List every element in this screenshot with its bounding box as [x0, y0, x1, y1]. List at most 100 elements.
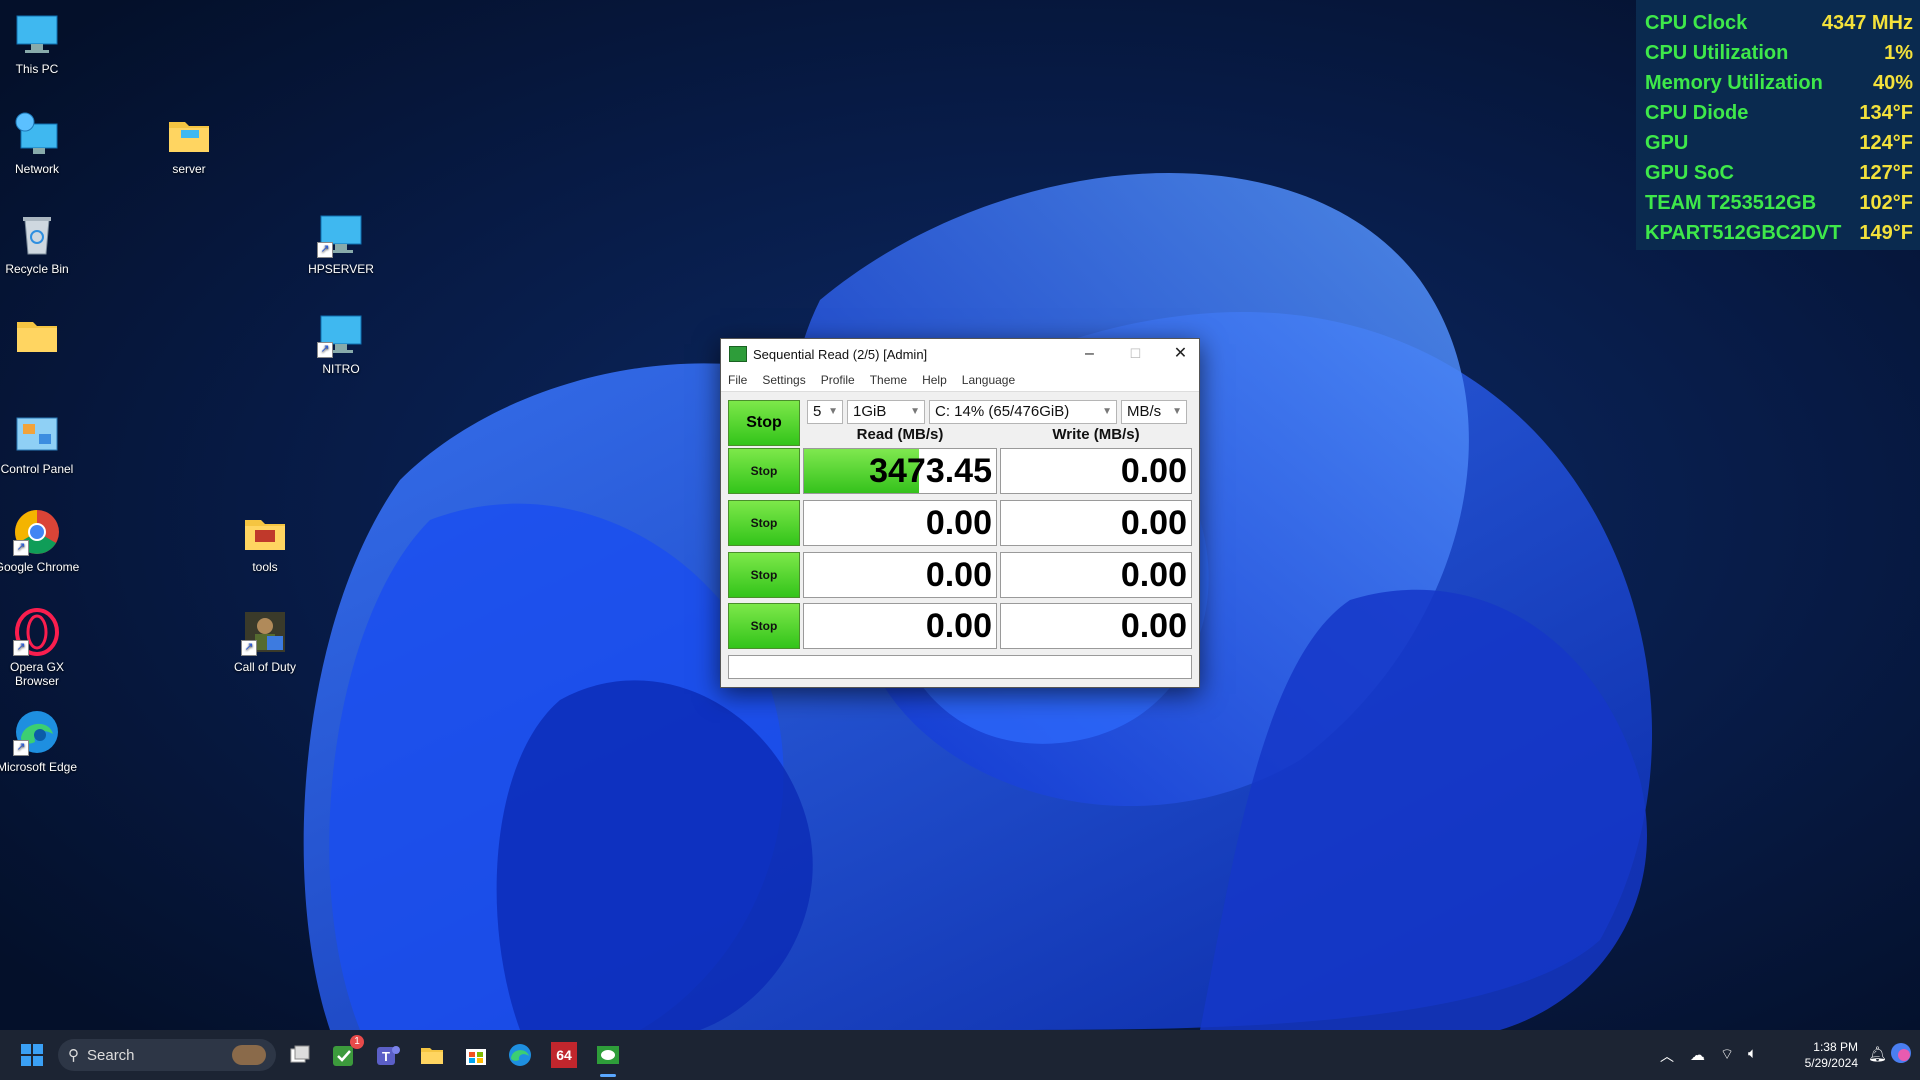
- read-value: 0.00: [925, 607, 992, 645]
- comment-field[interactable]: [728, 655, 1192, 679]
- edge-icon: [509, 1044, 531, 1066]
- chevron-down-icon: ▼: [910, 406, 920, 417]
- taskbar-app-edge[interactable]: [504, 1039, 536, 1071]
- row-stop-button[interactable]: Stop: [728, 603, 800, 649]
- icon-label: NITRO: [322, 362, 360, 376]
- icon-label: Recycle Bin: [5, 262, 69, 276]
- monitor-icon: ↗: [317, 310, 365, 358]
- desktop-icon-this-pc[interactable]: This PC: [0, 10, 82, 76]
- menu-theme[interactable]: Theme: [863, 373, 915, 387]
- folder-icon: [165, 110, 213, 158]
- notification-badge: 1: [350, 1035, 364, 1049]
- write-value: 0.00: [1120, 607, 1187, 645]
- monitor-label: TEAM T253512GB: [1645, 191, 1817, 214]
- desktop-icon-tools[interactable]: tools: [220, 508, 310, 574]
- write-result-cell: 0.00: [1000, 500, 1192, 546]
- write-value: 0.00: [1120, 452, 1187, 490]
- desktop-icon-control-panel[interactable]: Control Panel: [0, 410, 82, 476]
- shortcut-arrow-icon: ↗: [241, 640, 257, 656]
- read-value: 0.00: [925, 556, 992, 594]
- icon-label: tools: [252, 560, 278, 574]
- desktop-icon-recycle-bin[interactable]: Recycle Bin: [0, 210, 82, 276]
- folder-icon: [421, 1048, 443, 1064]
- taskbar-app-crystaldiskmark[interactable]: [592, 1039, 624, 1077]
- taskbar-app-tasks[interactable]: 1: [328, 1035, 364, 1071]
- stop-all-button[interactable]: Stop: [728, 400, 800, 446]
- shortcut-arrow-icon: ↗: [13, 640, 29, 656]
- network-icon: [13, 110, 61, 158]
- icon-label: server: [172, 162, 206, 176]
- desktop-icon-google-chrome[interactable]: ↗ Google Chrome: [0, 508, 82, 574]
- icon-label: Control Panel: [0, 462, 74, 476]
- menu-settings[interactable]: Settings: [755, 373, 813, 387]
- desktop-icon-microsoft-edge[interactable]: ↗ Microsoft Edge: [0, 708, 82, 774]
- menu-language[interactable]: Language: [955, 373, 1023, 387]
- taskbar-search[interactable]: ⚲ Search: [58, 1039, 276, 1071]
- icon-label: Opera GX Browser: [9, 660, 65, 688]
- read-value: 3473.45: [869, 452, 992, 490]
- menu-file[interactable]: File: [721, 373, 755, 387]
- write-value: 0.00: [1120, 556, 1187, 594]
- unit-select[interactable]: MB/s ▼: [1121, 400, 1187, 424]
- monitor-label: GPU: [1645, 131, 1689, 154]
- crystaldiskmark-window[interactable]: Sequential Read (2/5) [Admin] – ☐ ✕ File…: [720, 338, 1200, 688]
- volume-icon[interactable]: 🔈︎: [1748, 1045, 1757, 1062]
- wifi-icon[interactable]: ⌔: [1720, 1045, 1734, 1064]
- monitor-label: Memory Utilization: [1645, 71, 1823, 94]
- task-view-button[interactable]: [284, 1039, 316, 1071]
- notification-bell-icon[interactable]: 🔔︎: [1868, 1045, 1887, 1063]
- desktop-icon-opera-gx[interactable]: ↗ Opera GX Browser: [0, 608, 82, 688]
- monitor-label: CPU Diode: [1645, 101, 1749, 124]
- window-title: Sequential Read (2/5) [Admin]: [753, 346, 928, 362]
- test-size-select[interactable]: 1GiB ▼: [847, 400, 925, 424]
- taskbar-app-teams[interactable]: T: [372, 1039, 404, 1071]
- shortcut-arrow-icon: ↗: [317, 342, 333, 358]
- taskbar-app-aida64[interactable]: 64: [548, 1039, 580, 1071]
- close-button[interactable]: ✕: [1158, 339, 1203, 369]
- start-button[interactable]: [16, 1039, 48, 1071]
- active-app-indicator: [600, 1074, 616, 1077]
- window-titlebar[interactable]: Sequential Read (2/5) [Admin] – ☐ ✕: [721, 339, 1199, 369]
- read-result-cell: 3473.45: [803, 448, 997, 494]
- task-view-icon: [290, 1045, 310, 1063]
- taskbar-app-file-explorer[interactable]: [416, 1039, 448, 1071]
- tray-overflow-chevron-icon[interactable]: ︿: [1660, 1046, 1674, 1066]
- windows-logo-icon: [21, 1044, 43, 1066]
- chevron-down-icon: ▼: [1102, 406, 1112, 417]
- row-stop-button[interactable]: Stop: [728, 448, 800, 494]
- desktop-icon-server[interactable]: server: [144, 110, 234, 176]
- onedrive-cloud-icon[interactable]: ☁: [1690, 1046, 1705, 1064]
- read-column-header: Read (MB/s): [856, 426, 944, 443]
- drive-value: C: 14% (65/476GiB): [935, 403, 1070, 420]
- maximize-button[interactable]: ☐: [1113, 339, 1158, 369]
- test-count-select[interactable]: 5 ▼: [807, 400, 843, 424]
- icon-label: Microsoft Edge: [0, 760, 78, 774]
- monitor-row: KPART512GBC2DVT 149°F: [1636, 218, 1920, 248]
- clock[interactable]: 1:38 PM 5/29/2024: [1780, 1039, 1858, 1071]
- copilot-icon[interactable]: [1890, 1042, 1912, 1067]
- desktop-icon-hpserver[interactable]: ↗ HPSERVER: [296, 210, 386, 276]
- monitor-row: TEAM T253512GB 102°F: [1636, 188, 1920, 218]
- write-value: 0.00: [1120, 504, 1187, 542]
- monitor-value: 102°F: [1859, 191, 1913, 214]
- row-stop-button[interactable]: Stop: [728, 500, 800, 546]
- desktop-icon-network[interactable]: Network: [0, 110, 82, 176]
- menu-help[interactable]: Help: [915, 373, 955, 387]
- taskbar: ⚲ Search 1 T 64 ︿ ☁ ⌔ 🔈︎ 1:38 PM 5/29/20…: [0, 1030, 1920, 1080]
- monitor-label: KPART512GBC2DVT: [1645, 221, 1842, 244]
- taskbar-app-store[interactable]: [460, 1039, 492, 1071]
- monitor-label: GPU SoC: [1645, 161, 1734, 184]
- monitor-icon: ↗: [317, 210, 365, 258]
- icon-label: Call of Duty: [233, 660, 297, 674]
- search-placeholder: Search: [87, 1046, 135, 1064]
- row-stop-button[interactable]: Stop: [728, 552, 800, 598]
- desktop-icon-call-of-duty[interactable]: ↗ Call of Duty: [220, 608, 310, 674]
- desktop-icon-nitro[interactable]: ↗ NITRO: [296, 310, 386, 376]
- drive-select[interactable]: C: 14% (65/476GiB) ▼: [929, 400, 1117, 424]
- minimize-button[interactable]: –: [1067, 339, 1112, 369]
- aida64-icon: 64: [551, 1042, 577, 1068]
- desktop-icon-folder[interactable]: [0, 310, 82, 362]
- menu-profile[interactable]: Profile: [814, 373, 863, 387]
- monitor-value: 134°F: [1859, 101, 1913, 124]
- monitor-row: CPU Utilization 1%: [1636, 38, 1920, 68]
